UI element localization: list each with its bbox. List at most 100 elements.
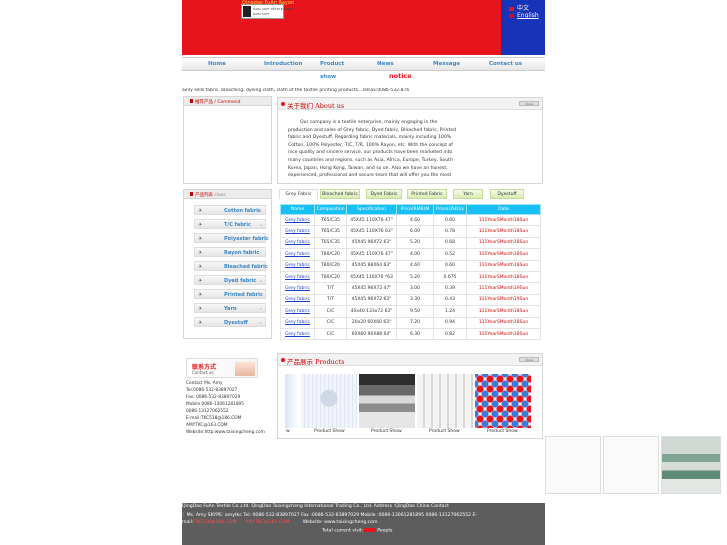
footer-line1: QingDao FuAn Textile Co.,Ltd. QingDao Ta… (182, 504, 449, 509)
main-nav: Home Introduction Product News Message C… (182, 57, 545, 71)
category-tc-fabric[interactable]: ✈ T/C fabric» (194, 219, 266, 229)
table-cell: 45X45 96X72 47" (346, 282, 397, 295)
product-caption[interactable]: Product Show (314, 429, 345, 434)
product-thumbnail[interactable] (359, 374, 415, 428)
factory-photo[interactable] (661, 436, 721, 494)
nav-show[interactable]: show (320, 74, 336, 80)
product-name-link[interactable]: Grey fabric (280, 213, 315, 227)
table-cell: 111YearSMonth19Sun (466, 293, 541, 307)
nav-message[interactable]: Message (433, 61, 460, 67)
category-printed-fabric[interactable]: ✈ Printed fabric» (194, 289, 266, 299)
table-cell: T/T (314, 282, 347, 295)
arrow-right-icon: » (259, 208, 262, 213)
phone-illustration-icon (235, 362, 255, 376)
hanger-icon: ✈ (198, 292, 203, 298)
table-row: Grey fabric C/C 60X60 90X88 64" 6.30 0.82 111… (280, 327, 541, 341)
table-row: Grey fabric T/T 45X45 96X72 63" 3.30 0.43 111… (280, 293, 541, 307)
product-name-link[interactable]: Grey fabric (280, 316, 315, 329)
contact-panel: 联系方式 Contact us Contact Ms. Amy Tel:0086… (183, 356, 272, 441)
logo-text: DAPA SOFT TEXTILE SCENE (253, 7, 294, 11)
about-title: 关于我们 About us (287, 102, 345, 110)
floating-ad-box[interactable] (545, 436, 601, 494)
about-header: 关于我们 About us more (278, 98, 542, 110)
product-name-link[interactable]: Grey fabric (280, 282, 315, 295)
product-name-link[interactable]: Grey fabric (280, 225, 315, 238)
table-cell: C/C (314, 305, 347, 318)
table-cell: 5.20 (396, 270, 434, 284)
footer-email2-link[interactable]: AMYTKC@163.COM (245, 520, 289, 525)
nav-news[interactable]: News (377, 61, 394, 67)
about-more-button[interactable]: more (519, 101, 539, 106)
table-cell: T80/C20 (314, 248, 347, 261)
tab-dyed-fabric[interactable]: Dyed Fabric (366, 189, 402, 199)
floating-ad-box[interactable] (603, 436, 659, 494)
product-name-link[interactable]: Grey fabric (280, 259, 315, 272)
product-thumbnail[interactable] (285, 374, 299, 428)
product-name-link[interactable]: Grey fabric (280, 236, 315, 250)
tab-dyestuff[interactable]: Dyestuff (490, 189, 524, 199)
hanger-icon: ✈ (198, 278, 203, 284)
table-cell: 111YearSMonth18Sun (466, 316, 541, 329)
table-cell: T80/C20 (314, 259, 347, 272)
table-cell: 45X45 110X76 47" (346, 213, 397, 227)
table-cell: 111YearSMonth18Sun (466, 248, 541, 261)
tab-grey-fabric[interactable]: Grey Fabric (279, 189, 318, 199)
category-rayon-fabric[interactable]: ✈ Rayon fabric» (194, 247, 266, 257)
lang-english-link[interactable]: English (509, 12, 539, 19)
tab-yarn[interactable]: Yarn (453, 189, 483, 199)
nav-product[interactable]: Product (320, 61, 344, 67)
recommend-panel: 推荐产品 / Commend (183, 96, 272, 184)
product-caption[interactable]: Product Show (487, 429, 518, 434)
arrow-right-icon: » (259, 306, 262, 311)
arrow-right-icon: » (259, 222, 262, 227)
product-thumbnail[interactable] (417, 374, 473, 428)
table-cell: 111YearSMonth18Sun (466, 327, 541, 341)
product-caption[interactable]: Product Show (429, 429, 460, 434)
product-name-link[interactable]: Grey fabric (280, 327, 315, 341)
hanger-icon: ✈ (198, 250, 203, 256)
scrolling-marquee: ainly sells fabric, bleaching, dyeing cl… (182, 88, 410, 93)
product-caption[interactable]: Product Show (371, 429, 402, 434)
header-banner: Qingdao FuAn Rayon DAPA SOFT TEXTILE SCE… (182, 0, 545, 55)
uk-flag-icon (509, 13, 514, 18)
lang-chinese-link[interactable]: 中文 (509, 3, 529, 12)
bullet-icon (281, 102, 285, 106)
nav-home[interactable]: Home (208, 61, 226, 67)
table-cell: 9.50 (396, 305, 434, 318)
product-name-link[interactable]: Grey fabric (280, 305, 315, 318)
nav-notice[interactable]: notice (389, 72, 412, 80)
product-name-link[interactable]: Grey fabric (280, 293, 315, 307)
nav-introduction[interactable]: Introduction (264, 61, 302, 67)
nav-contact-us[interactable]: Contact us (489, 61, 522, 67)
product-name-link[interactable]: Grey fabric (280, 270, 315, 284)
table-row: Grey fabric T/T 45X45 96X72 47" 3.00 0.39 111… (280, 282, 541, 295)
category-dyed-fabric[interactable]: ✈ Dyed fabric» (194, 275, 266, 285)
table-cell: 45X45 96X72 63" (346, 293, 397, 307)
products-title: 产品展示 Products (287, 358, 345, 366)
category-cotton-fabric[interactable]: ✈ Cotton fabric» (194, 205, 266, 215)
table-cell: 45X45 110X76 47" (346, 248, 397, 261)
table-cell: 1.24 (433, 305, 467, 318)
table-cell: 0.94 (433, 316, 467, 329)
category-panel: 产品列表 class ✈ Cotton fabric» ✈ T/C fabric» … (183, 189, 272, 339)
category-polyester-fabric[interactable]: ✈ Polyester fabric» (194, 233, 269, 243)
product-name-link[interactable]: Grey fabric (280, 248, 315, 261)
table-cell: 20x20 60X60 63" (346, 316, 397, 329)
hanger-icon: ✈ (198, 264, 203, 270)
category-dyestuff[interactable]: ✈ Dyestuff» (194, 317, 266, 327)
arrow-right-icon: » (259, 320, 262, 325)
table-cell: 0.60 (433, 259, 467, 272)
tab-bleached-fabric[interactable]: Bleached fabric (320, 189, 360, 199)
product-thumbnail[interactable] (301, 374, 357, 428)
table-cell: 4.00 (396, 248, 434, 261)
bullet-icon (190, 192, 193, 196)
products-more-button[interactable]: more (519, 357, 539, 362)
table-cell: 0.52 (433, 248, 467, 261)
table-cell: 4.60 (396, 213, 434, 227)
category-yarn[interactable]: ✈ Yarn» (194, 303, 266, 313)
category-bleached-fabric[interactable]: ✈ Bleached fabric» (194, 261, 268, 271)
tab-printed-fabric[interactable]: Printed Fabric (407, 189, 447, 199)
product-thumbnail[interactable] (475, 374, 531, 428)
table-cell: 0.68 (433, 236, 467, 250)
footer-email1-link[interactable]: TKC518@186.COM (193, 520, 236, 525)
